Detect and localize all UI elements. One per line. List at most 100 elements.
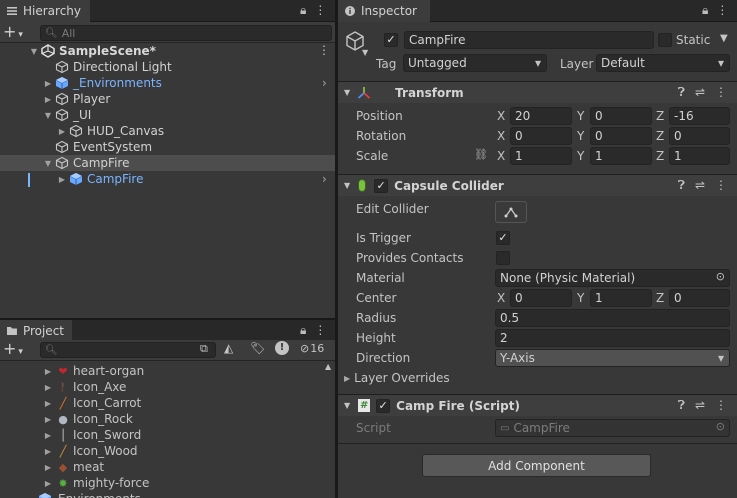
kebab-menu-icon[interactable]: ⋮ xyxy=(715,178,727,193)
project-list-item[interactable]: ▶ ● Icon_Rock xyxy=(0,411,320,427)
expand-arrow-icon[interactable]: ▶ xyxy=(43,367,53,376)
scene-kebab-icon[interactable]: ⋮ xyxy=(318,43,330,57)
chevron-right-icon[interactable]: › xyxy=(322,76,327,90)
center-x-axis-label[interactable]: X xyxy=(497,291,505,305)
project-list-item[interactable]: Environments xyxy=(38,491,358,498)
scale-z-input[interactable]: 1 xyxy=(669,147,730,165)
lock-icon[interactable]: 🔒︎ xyxy=(300,3,306,18)
center-y-input[interactable]: 1 xyxy=(590,289,652,307)
position-y-axis-label[interactable]: Y xyxy=(577,109,584,123)
kebab-menu-icon[interactable]: ⋮ xyxy=(715,398,727,413)
scale-x-input[interactable]: 1 xyxy=(510,147,572,165)
rotation-y-input[interactable]: 0 xyxy=(590,127,652,145)
scale-z-axis-label[interactable]: Z xyxy=(656,149,664,163)
foldout-arrow-icon[interactable]: ▼ xyxy=(344,401,350,410)
height-input[interactable]: 2 xyxy=(495,329,730,347)
expand-arrow-icon[interactable]: ▶ xyxy=(43,463,53,472)
warning-filter-icon[interactable]: ! xyxy=(275,341,289,355)
center-x-input[interactable]: 0 xyxy=(510,289,572,307)
constrain-proportions-icon[interactable]: ⛓︎ xyxy=(474,148,488,161)
hierarchy-row[interactable]: ▼ CampFire xyxy=(0,155,335,171)
hierarchy-row[interactable]: EventSystem xyxy=(0,139,335,155)
position-z-axis-label[interactable]: Z xyxy=(656,109,664,123)
hierarchy-row[interactable]: Directional Light xyxy=(0,59,335,75)
kebab-menu-icon[interactable]: ⋮ xyxy=(314,323,326,338)
tab-inspector[interactable]: Inspector xyxy=(338,0,430,22)
object-name-input[interactable]: CampFire xyxy=(404,31,654,49)
project-list-item[interactable]: ▶ ◆ meat xyxy=(0,459,320,475)
expand-arrow-icon[interactable]: ▶ xyxy=(43,383,53,392)
chevron-right-icon[interactable]: › xyxy=(322,172,327,186)
rotation-z-axis-label[interactable]: Z xyxy=(656,129,664,143)
project-list-item[interactable]: ▶ ╱ Icon_Carrot xyxy=(0,395,320,411)
transform-header[interactable]: ▼ Transform ❓︎ ⇌ ⋮ xyxy=(338,81,737,103)
hierarchy-row[interactable]: ▶ Player xyxy=(0,91,335,107)
rotation-x-axis-label[interactable]: X xyxy=(497,129,505,143)
expand-arrow-icon[interactable]: ▶ xyxy=(43,447,53,456)
filter-type-icon[interactable]: ◭ xyxy=(224,341,233,355)
lock-icon[interactable]: 🔒︎ xyxy=(702,3,708,18)
expand-arrow-icon[interactable]: ▶ xyxy=(57,127,67,136)
project-create-plus-button[interactable]: + ▾ xyxy=(3,340,23,361)
hidden-packages-toggle[interactable]: ⊘ 16 xyxy=(300,342,324,355)
help-icon[interactable]: ❓︎ xyxy=(678,398,685,413)
script-component-header[interactable]: ▼ # ✓ Camp Fire (Script) ❓︎ ⇌ ⋮ xyxy=(338,394,737,416)
project-list-item[interactable]: ▶ ✸ mighty-force xyxy=(0,475,320,491)
active-checkbox[interactable]: ✓ xyxy=(384,33,398,47)
foldout-arrow-icon[interactable]: ▼ xyxy=(344,181,350,190)
scale-x-axis-label[interactable]: X xyxy=(497,149,505,163)
expand-arrow-icon[interactable]: ▶ xyxy=(57,175,67,184)
layer-dropdown[interactable]: Default xyxy=(596,54,730,72)
edit-collider-button[interactable] xyxy=(495,201,527,223)
hierarchy-row[interactable]: ▶ CampFire xyxy=(0,171,335,187)
capsule-collider-header[interactable]: ▼ ✓ Capsule Collider ❓︎ ⇌ ⋮ xyxy=(338,174,737,196)
project-list-item[interactable]: ▶ ╱ Icon_Wood xyxy=(0,443,320,459)
preset-icon[interactable]: ⇌ xyxy=(695,398,705,413)
project-search-input[interactable]: 🔍︎ xyxy=(40,342,216,358)
add-component-button[interactable]: Add Component xyxy=(422,454,651,477)
foldout-arrow-icon[interactable]: ▼ xyxy=(344,88,350,97)
object-picker-icon[interactable]: ⊙ xyxy=(716,270,725,283)
position-y-input[interactable]: 0 xyxy=(590,107,652,125)
direction-dropdown[interactable]: Y-Axis xyxy=(495,349,730,367)
hierarchy-row[interactable]: ▶ _Environments xyxy=(0,75,335,91)
kebab-menu-icon[interactable]: ⋮ xyxy=(715,85,727,100)
expand-arrow-icon[interactable]: ▼ xyxy=(43,159,53,168)
scroll-up-arrow-icon[interactable]: ▲ xyxy=(325,362,331,371)
position-z-input[interactable]: -16 xyxy=(669,107,730,125)
hierarchy-search-input[interactable]: 🔍︎ All xyxy=(40,25,332,41)
lock-icon[interactable]: 🔒︎ xyxy=(300,323,306,338)
scene-row[interactable]: ▼ SampleScene* xyxy=(0,43,335,59)
expand-arrow-icon[interactable]: ▶ xyxy=(43,79,53,88)
project-list-item[interactable]: ▶ │ Icon_Sword xyxy=(0,427,320,443)
hierarchy-row[interactable]: ▼ _UI xyxy=(0,107,335,123)
script-enabled-checkbox[interactable]: ✓ xyxy=(376,398,391,413)
help-icon[interactable]: ❓︎ xyxy=(678,85,685,100)
expand-arrow-icon[interactable]: ▶ xyxy=(43,479,53,488)
static-checkbox[interactable] xyxy=(658,33,672,47)
provides-contacts-checkbox[interactable] xyxy=(496,251,510,265)
tab-hierarchy[interactable]: Hierarchy xyxy=(0,0,90,22)
kebab-menu-icon[interactable]: ⋮ xyxy=(716,3,728,18)
preset-icon[interactable]: ⇌ xyxy=(695,178,705,193)
is-trigger-checkbox[interactable]: ✓ xyxy=(496,231,510,245)
capsule-collider-enabled-checkbox[interactable]: ✓ xyxy=(374,178,389,193)
center-y-axis-label[interactable]: Y xyxy=(577,291,584,305)
expand-arrow-icon[interactable]: ▶ xyxy=(43,399,53,408)
expand-arrow-icon[interactable]: ▼ xyxy=(43,111,53,120)
project-list-item[interactable]: ▶ ᚨ Icon_Axe xyxy=(0,379,320,395)
layer-overrides-foldout[interactable]: ▶ Layer Overrides xyxy=(344,371,450,385)
project-list-item[interactable]: ▶ ❤ heart-organ xyxy=(0,363,320,379)
icon-dropdown-arrow[interactable]: ▼ xyxy=(362,48,368,57)
scale-y-input[interactable]: 1 xyxy=(590,147,652,165)
radius-input[interactable]: 0.5 xyxy=(495,309,730,327)
center-z-input[interactable]: 0 xyxy=(669,289,730,307)
create-plus-button[interactable]: + ▾ xyxy=(3,23,23,44)
rotation-z-input[interactable]: 0 xyxy=(669,127,730,145)
center-z-axis-label[interactable]: Z xyxy=(656,291,664,305)
preset-icon[interactable]: ⇌ xyxy=(695,85,705,100)
tag-dropdown[interactable]: Untagged xyxy=(403,54,547,72)
label-tag-icon[interactable]: 🏷︎ xyxy=(250,341,265,355)
rotation-y-axis-label[interactable]: Y xyxy=(577,129,584,143)
material-object-field[interactable]: None (Physic Material) ⊙ xyxy=(495,269,730,287)
